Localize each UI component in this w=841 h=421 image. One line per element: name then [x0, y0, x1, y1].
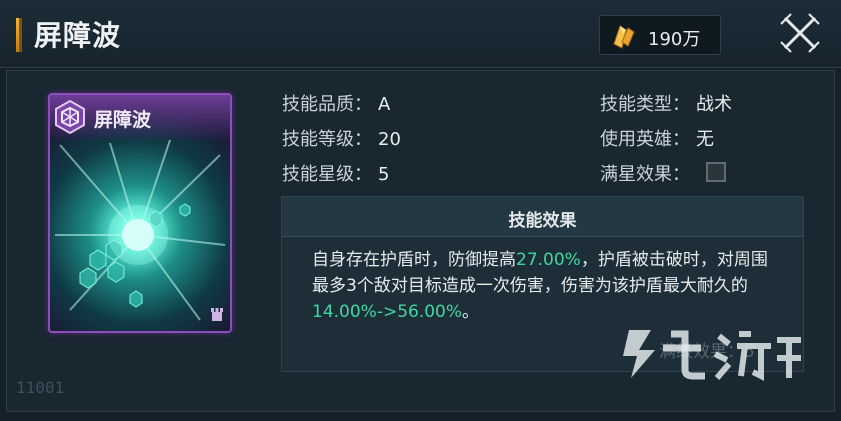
- attr-type: 技能类型： 战术: [600, 94, 732, 115]
- effect-title: 技能效果: [508, 211, 577, 231]
- header-bar: 屏障波 190万: [0, 0, 841, 68]
- damage-percent-value: 14.00%->56.00%: [312, 302, 463, 322]
- defense-bonus-value: 27.00%: [516, 250, 581, 270]
- attr-hero: 使用英雄：无: [600, 129, 714, 150]
- title-accent-bar: [16, 18, 22, 52]
- crossed-swords-close-icon: [780, 13, 820, 53]
- watermark-logo: [623, 330, 801, 381]
- max-star-effect-checkbox[interactable]: [706, 162, 726, 182]
- gold-crystal-icon: [613, 25, 635, 49]
- effect-description: 自身存在护盾时，防御提高27.00%，护盾被击破时，对周围最多3个敌对目标造成一…: [312, 250, 768, 322]
- attr-max-star-effect: 满星效果：: [600, 164, 690, 185]
- card-skill-name: 屏障波: [94, 109, 152, 131]
- currency-amount: 190万: [648, 29, 701, 50]
- currency-display: 190万: [599, 15, 721, 55]
- close-button[interactable]: [777, 10, 823, 56]
- effect-header: 技能效果: [282, 197, 803, 237]
- attr-star: 技能星级： 5: [282, 164, 390, 185]
- page-title: 屏障波: [34, 19, 122, 52]
- attr-quality: 技能品质： A: [282, 94, 391, 115]
- background-code: 11001: [16, 378, 65, 397]
- hexagon-skill-icon: [55, 99, 85, 135]
- rook-icon: [211, 308, 223, 321]
- skill-card: 屏障波: [48, 93, 232, 333]
- attr-level: 技能等级： 20: [282, 129, 401, 150]
